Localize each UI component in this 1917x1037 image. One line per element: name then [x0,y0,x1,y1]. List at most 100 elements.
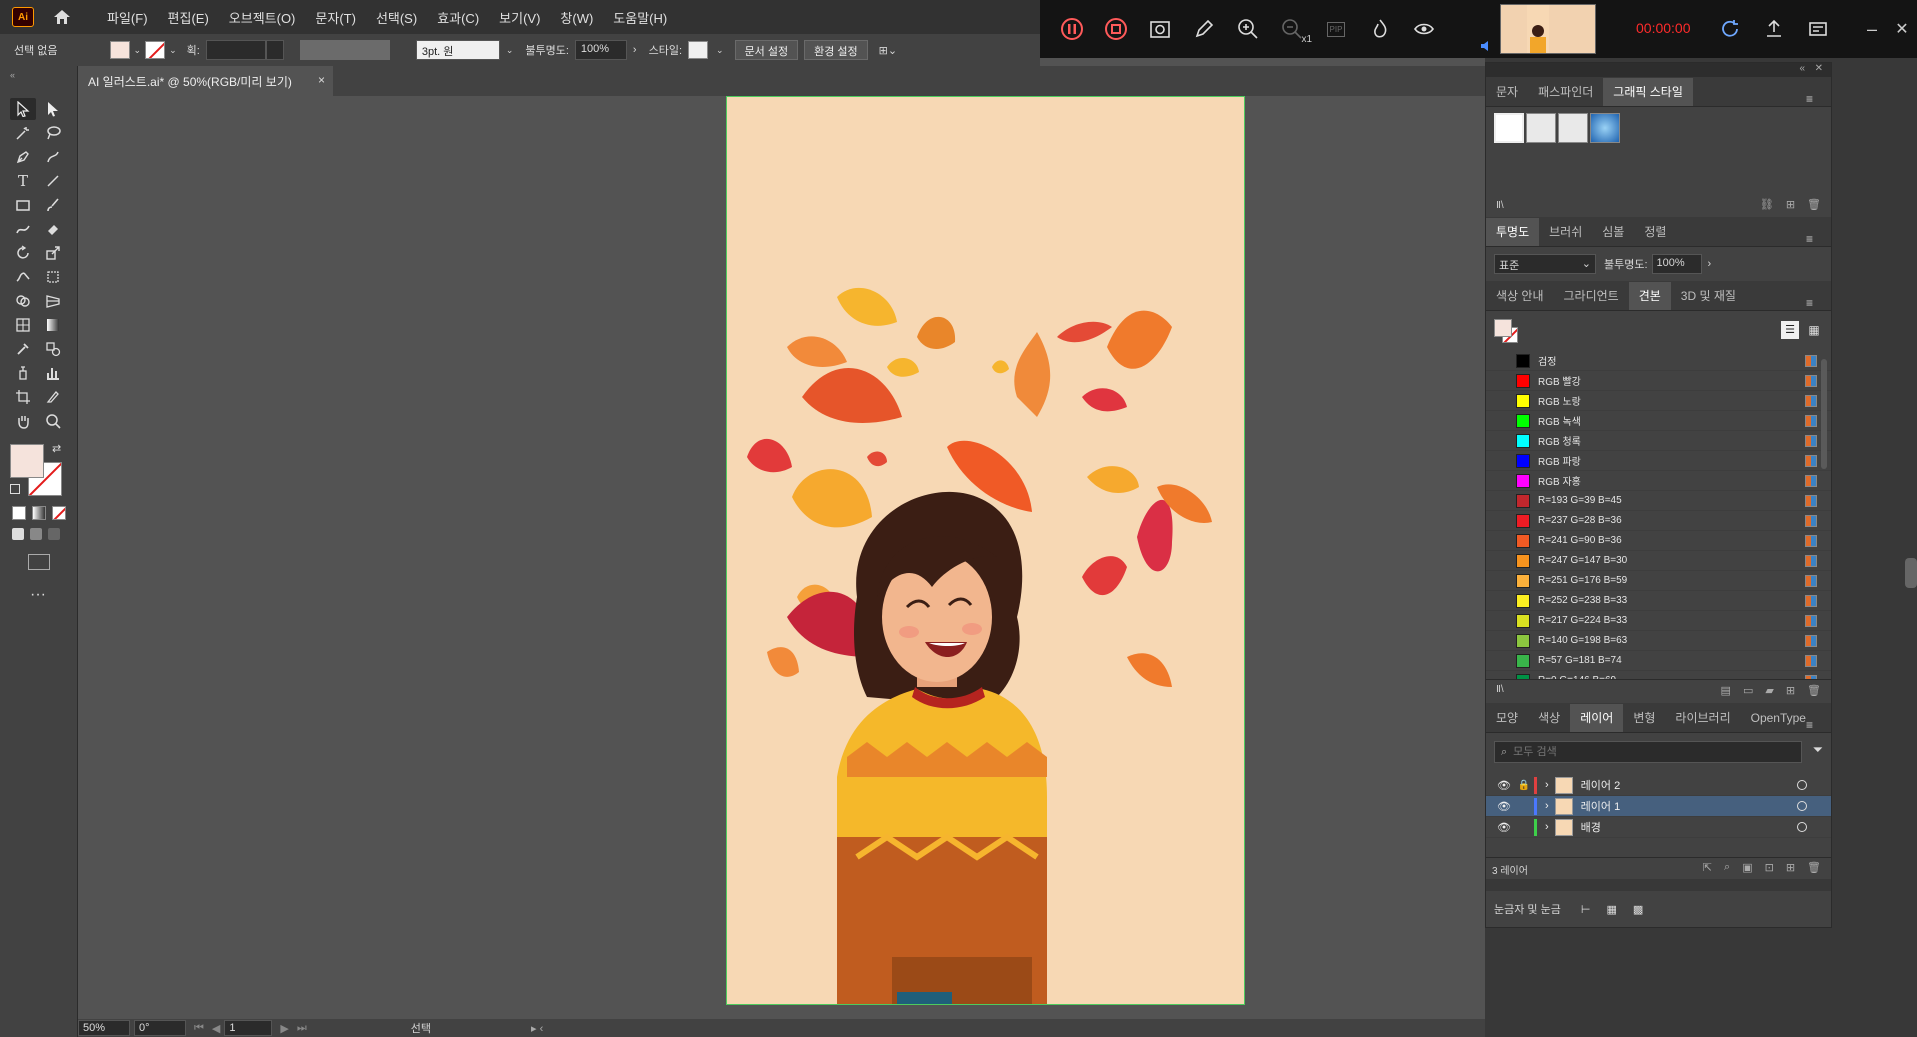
previous-artboard-icon[interactable]: ◀ [212,1022,220,1035]
delete-style-icon[interactable]: 🗑 [1807,198,1821,211]
eraser-tool-icon[interactable] [40,218,66,240]
settings-icon[interactable] [1796,7,1840,51]
expand-chevron-icon[interactable]: › [1545,800,1549,812]
swatch-row[interactable]: RGB 노랑 [1486,391,1831,411]
chevron-down-icon[interactable]: ⌄ [169,45,177,56]
rectangle-tool-icon[interactable] [10,194,36,216]
swatch-fill-icon[interactable] [1494,319,1512,337]
graphic-style-3[interactable] [1558,113,1588,143]
none-mode-icon[interactable] [52,506,66,520]
direct-selection-tool-icon[interactable] [40,98,66,120]
menu-item[interactable]: 선택(S) [367,8,426,27]
blend-tool-icon[interactable] [40,338,66,360]
swap-fill-stroke-icon[interactable]: ⇄ [52,442,61,455]
graphic-style-panel-tab[interactable]: 그래픽 스타일 [1603,78,1693,106]
swatch-row[interactable]: R=247 G=147 B=30 [1486,551,1831,571]
fill-swatch[interactable] [109,41,130,59]
gradient-tool-icon[interactable] [40,314,66,336]
layer-panel-tab[interactable]: 모양 [1486,704,1528,732]
graphic-style-4[interactable] [1590,113,1620,143]
panel-menu-icon[interactable]: ≡ [1796,225,1823,253]
current-tool-status[interactable]: 선택 [411,1020,431,1036]
graphic-style-panel-tab[interactable]: 문자 [1486,78,1528,106]
upload-icon[interactable] [1752,7,1796,51]
graphic-style-panel-tab[interactable]: 패스파인더 [1528,78,1603,106]
shape-builder-tool-icon[interactable] [10,290,36,312]
blend-mode-select[interactable]: 표준 ⌄ [1494,254,1596,274]
filter-icon[interactable]: ⏷ [1813,742,1823,758]
chevron-right-icon[interactable]: › [1708,258,1712,270]
swatch-row[interactable]: RGB 빨강 [1486,371,1831,391]
transparency-panel-tab[interactable]: 정렬 [1634,218,1676,246]
refresh-icon[interactable] [1708,7,1752,51]
brush-definition[interactable]: 3pt. 원 [415,40,500,60]
zoom-out-icon[interactable]: x1 [1270,7,1314,51]
layer-panel-tab[interactable]: 색상 [1528,704,1570,732]
new-swatch-icon[interactable]: ⊞ [1786,684,1795,697]
transparency-panel-tab[interactable]: 브러쉬 [1539,218,1592,246]
transparency-opacity-field[interactable]: 100% [1651,254,1702,274]
swatch-row[interactable]: R=217 G=224 B=33 [1486,611,1831,631]
collapse-panels-icon[interactable]: « [1799,63,1805,74]
pause-icon[interactable] [1050,7,1094,51]
layer-name[interactable]: 레이어 2 [1581,777,1621,793]
graphic-style-swatch[interactable] [688,41,709,59]
swatch-row[interactable]: R=251 G=176 B=59 [1486,571,1831,591]
arrange-documents-icon[interactable]: ⊞⌄ [879,44,897,57]
selection-tool-icon[interactable] [10,98,36,120]
show-kinds-icon[interactable]: ▤ [1721,684,1731,697]
column-graph-tool-icon[interactable] [40,362,66,384]
swatch-row[interactable]: 검정 [1486,351,1831,371]
new-style-icon[interactable]: ⊞ [1786,198,1795,211]
next-artboard-icon[interactable]: ▶ [280,1022,288,1035]
close-tab-icon[interactable]: × [318,73,325,87]
more-tools-icon[interactable]: ··· [30,586,46,604]
status-menu-arrow[interactable]: ▸ ‹ [531,1022,543,1035]
swatch-row[interactable]: RGB 녹색 [1486,411,1831,431]
locate-object-icon[interactable]: ⌕ [1724,861,1730,874]
expand-chevron-icon[interactable]: › [1545,821,1549,833]
library-icon[interactable]: Ⅱ\ [1496,200,1504,211]
visibility-eye-icon[interactable]: 👁 [1494,779,1514,792]
chevron-down-icon[interactable]: ⌄ [506,45,514,56]
artboard[interactable] [726,96,1245,1005]
layer-panel-tab[interactable]: 변형 [1623,704,1665,732]
stop-icon[interactable] [1094,7,1138,51]
document-setup-button[interactable]: 문서 설정 [734,40,799,60]
visibility-eye-icon[interactable]: 👁 [1494,821,1514,834]
opacity-field[interactable]: 100% [574,40,627,60]
slice-tool-icon[interactable] [40,386,66,408]
screen-mode-icon[interactable] [28,554,50,570]
volume-icon[interactable] [1480,40,1494,52]
lock-icon[interactable]: 🔒 [1514,780,1534,791]
chevron-down-icon[interactable]: ⌄ [134,45,142,56]
screenshot-icon[interactable] [1138,7,1182,51]
close-recorder-icon[interactable]: ✕ [1880,7,1917,51]
hand-tool-icon[interactable] [10,410,36,432]
grid-view-icon[interactable]: ▦ [1805,321,1823,339]
scale-tool-icon[interactable] [40,242,66,264]
swatch-row[interactable]: R=57 G=181 B=74 [1486,651,1831,671]
pen-tool-icon[interactable] [10,146,36,168]
menu-item[interactable]: 보기(V) [490,8,549,27]
shaper-tool-icon[interactable] [10,218,36,240]
preferences-button[interactable]: 환경 설정 [804,40,868,60]
line-tool-icon[interactable] [40,170,66,192]
canvas-area[interactable] [78,96,1485,1019]
layer-search-input[interactable] [1513,746,1774,758]
pixel-grid-icon[interactable]: ▩ [1633,903,1643,916]
list-view-icon[interactable]: ☰ [1781,321,1799,339]
swatch-row[interactable]: R=252 G=238 B=33 [1486,591,1831,611]
menu-item[interactable]: 문자(T) [306,8,365,27]
menu-item[interactable]: 파일(F) [98,8,157,27]
graphic-style-2[interactable] [1526,113,1556,143]
swatch-row[interactable]: R=193 G=39 B=45 [1486,491,1831,511]
grid-icon[interactable]: ▦ [1606,903,1616,916]
stroke-weight-dropdown[interactable] [265,40,284,60]
rotate-tool-icon[interactable] [10,242,36,264]
default-colors-icon[interactable] [10,484,20,494]
menu-item[interactable]: 도움말(H) [604,8,676,27]
layer-target-icon[interactable] [1797,780,1807,790]
ruler-icon[interactable]: ⊢ [1581,903,1591,916]
mesh-tool-icon[interactable] [10,314,36,336]
